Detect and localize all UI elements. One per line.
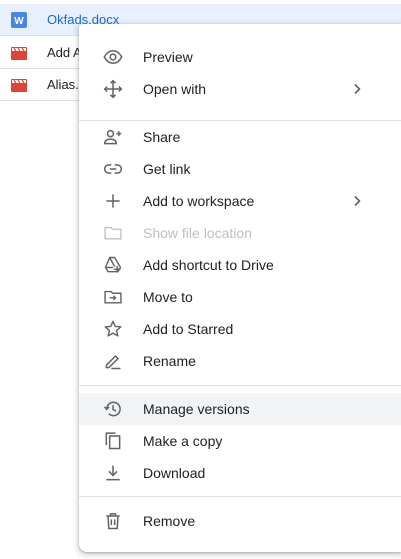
- trash-icon: [103, 511, 123, 531]
- menu-label: Add shortcut to Drive: [143, 257, 274, 273]
- menu-label: Get link: [143, 161, 191, 177]
- word-doc-icon: W: [11, 12, 27, 28]
- add-person-icon: [103, 127, 123, 147]
- link-icon: [103, 159, 123, 179]
- screen: W Okfads.docx Add A Alias. Preview Open …: [0, 0, 401, 559]
- video-file-icon: [11, 77, 27, 93]
- menu-label: Rename: [143, 353, 196, 369]
- menu-label: Show file location: [143, 225, 252, 241]
- copy-icon: [103, 431, 123, 451]
- menu-item-add-starred[interactable]: Add to Starred: [79, 313, 401, 345]
- history-clock-icon: [103, 399, 123, 419]
- menu-label: Manage versions: [143, 401, 250, 417]
- move-folder-icon: [103, 287, 123, 307]
- menu-item-share[interactable]: Share: [79, 121, 401, 153]
- menu-label: Share: [143, 129, 181, 145]
- chevron-right-icon: [349, 81, 365, 97]
- eye-icon: [103, 47, 123, 67]
- menu-item-rename[interactable]: Rename: [79, 345, 401, 377]
- star-icon: [103, 319, 123, 339]
- menu-item-get-link[interactable]: Get link: [79, 153, 401, 185]
- menu-divider: [79, 385, 401, 386]
- menu-item-preview[interactable]: Preview: [79, 41, 401, 73]
- pencil-icon: [103, 351, 123, 371]
- svg-text:W: W: [14, 16, 24, 27]
- menu-label: Move to: [143, 289, 193, 305]
- menu-label: Add to workspace: [143, 193, 255, 209]
- menu-label: Remove: [143, 513, 196, 529]
- video-file-icon: [11, 45, 27, 61]
- download-icon: [103, 463, 123, 483]
- menu-item-download[interactable]: Download: [79, 457, 401, 489]
- folder-icon: [103, 223, 123, 243]
- menu-item-make-copy[interactable]: Make a copy: [79, 425, 401, 457]
- menu-item-move-to[interactable]: Move to: [79, 281, 401, 313]
- file-name: Add A: [47, 45, 82, 60]
- menu-item-add-shortcut[interactable]: Add shortcut to Drive: [79, 249, 401, 281]
- context-menu: Preview Open with Share Get link Add to …: [79, 24, 401, 552]
- menu-item-show-file-location: Show file location: [79, 217, 401, 249]
- menu-label: Preview: [143, 49, 193, 65]
- menu-label: Make a copy: [143, 433, 223, 449]
- drive-shortcut-icon: [103, 255, 123, 275]
- menu-divider: [79, 496, 401, 497]
- menu-item-open-with[interactable]: Open with: [79, 73, 401, 105]
- plus-icon: [103, 191, 123, 211]
- menu-label: Download: [143, 465, 206, 481]
- menu-label: Add to Starred: [143, 321, 234, 337]
- menu-item-remove[interactable]: Remove: [79, 505, 401, 537]
- chevron-right-icon: [349, 193, 365, 209]
- file-name: Alias.: [47, 77, 79, 92]
- menu-item-manage-versions[interactable]: Manage versions: [79, 393, 401, 425]
- menu-label: Open with: [143, 81, 207, 97]
- menu-item-add-to-workspace[interactable]: Add to workspace: [79, 185, 401, 217]
- move-arrows-icon: [103, 79, 123, 99]
